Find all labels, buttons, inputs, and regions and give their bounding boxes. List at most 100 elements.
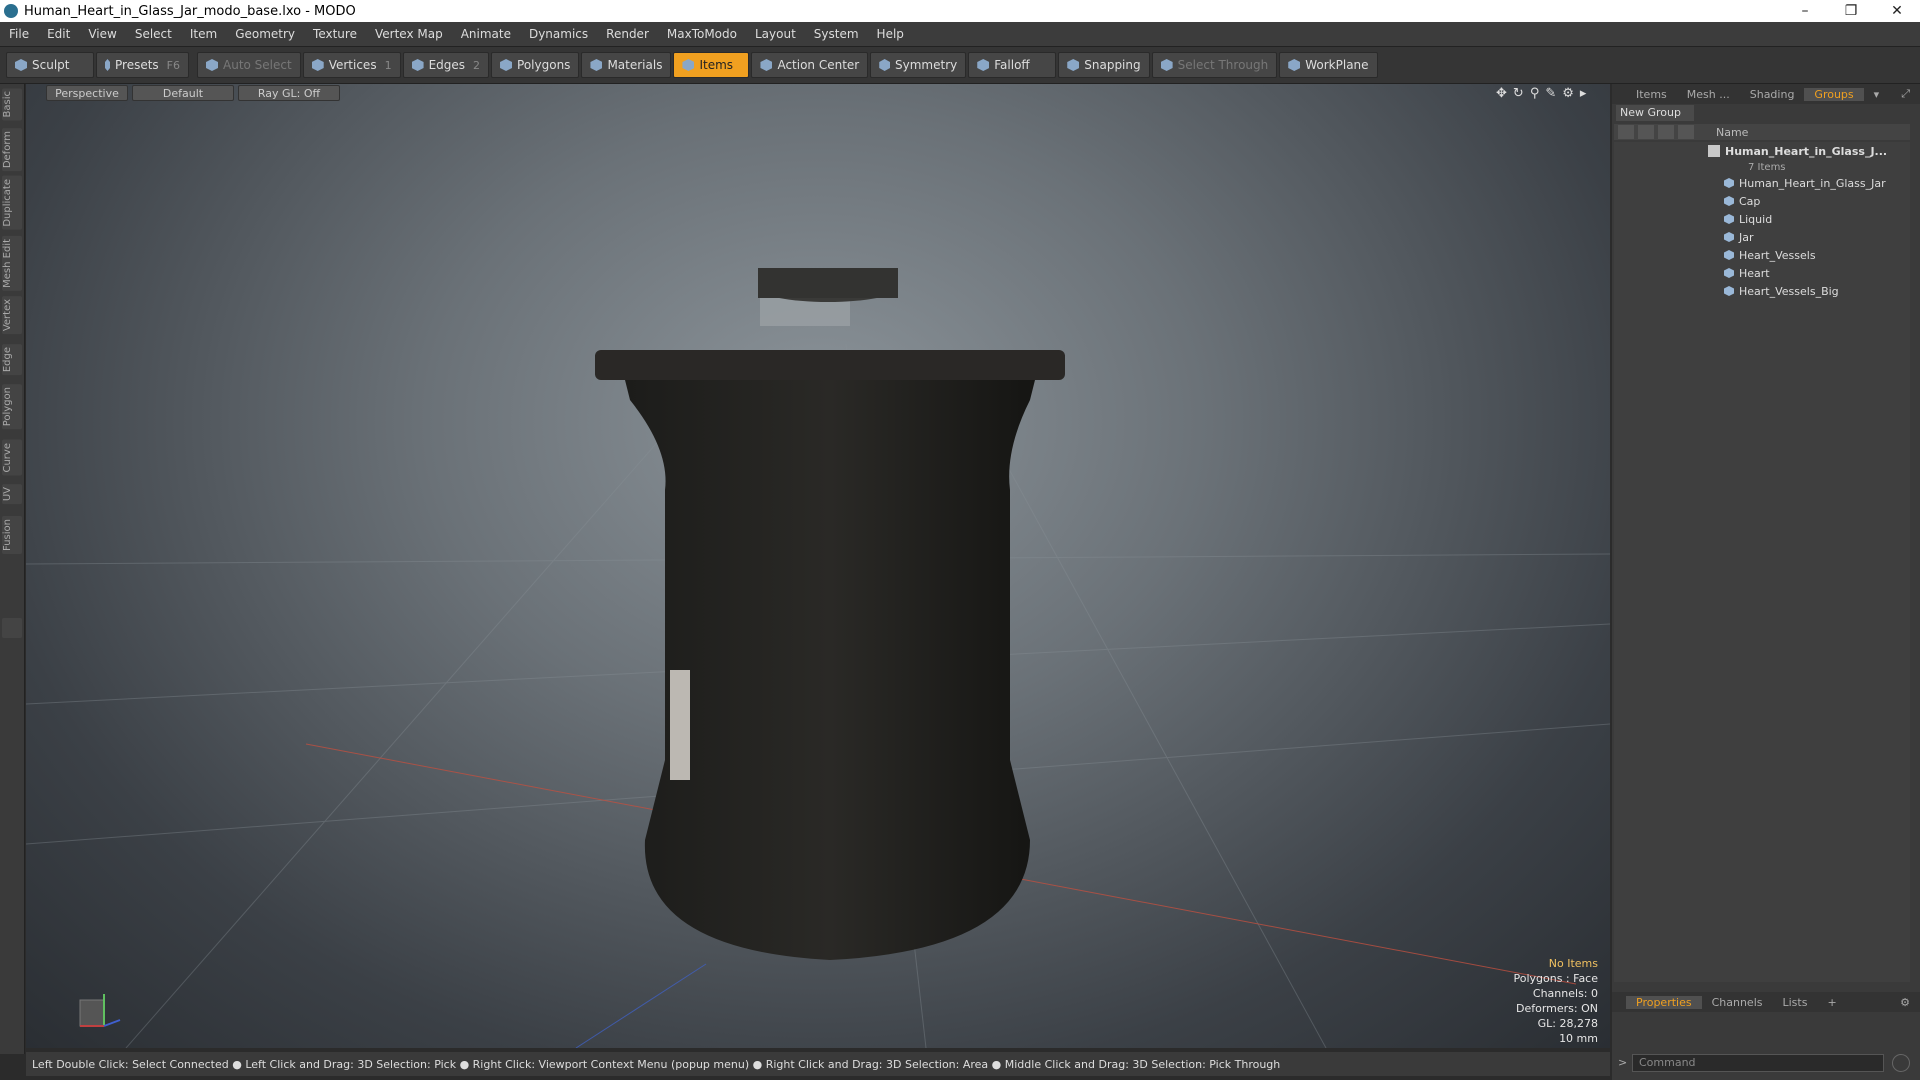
vertices-button[interactable]: Vertices 1 xyxy=(302,52,401,78)
action-center-button[interactable]: Action Center xyxy=(751,52,869,78)
view-perspective-button[interactable]: Perspective xyxy=(46,85,128,101)
symmetry-icon xyxy=(879,59,891,71)
groups-tree: Human_Heart_in_Glass_J... 7 Items Human_… xyxy=(1614,142,1910,982)
tree-item[interactable]: Cap xyxy=(1614,192,1910,210)
workplane-button[interactable]: WorkPlane xyxy=(1279,52,1378,78)
tab-basic[interactable]: Basic xyxy=(2,88,22,121)
gl-info: GL: 28,278 xyxy=(1537,1017,1598,1030)
polygons-button[interactable]: Polygons xyxy=(491,52,580,78)
tree-item[interactable]: Jar xyxy=(1614,228,1910,246)
cap-lid xyxy=(595,350,1065,380)
snapping-button[interactable]: Snapping xyxy=(1058,52,1150,78)
shading-default-button[interactable]: Default xyxy=(132,85,234,101)
name-column-header: Name xyxy=(1716,125,1749,139)
tab-uv[interactable]: UV xyxy=(2,484,22,505)
edges-icon xyxy=(411,59,424,71)
tab-channels[interactable]: Channels xyxy=(1702,996,1773,1009)
menu-layout[interactable]: Layout xyxy=(746,27,805,41)
tree-item[interactable]: Heart xyxy=(1614,264,1910,282)
tree-item[interactable]: Liquid xyxy=(1614,210,1910,228)
restore-icon[interactable]: ❐ xyxy=(1828,3,1874,19)
menu-help[interactable]: Help xyxy=(868,27,913,41)
sculpt-button[interactable]: Sculpt xyxy=(6,52,94,78)
viewport-expand-icon[interactable]: ▸ xyxy=(1580,86,1587,101)
viewport-tabs: Perspective Default Ray GL: Off xyxy=(46,85,344,101)
render-column-icon[interactable] xyxy=(1638,125,1654,139)
presets-button[interactable]: Presets F6 xyxy=(96,52,189,78)
modo-logo-icon xyxy=(4,4,18,18)
menu-texture[interactable]: Texture xyxy=(304,27,366,41)
viewport-info: No Items Polygons : Face Channels: 0 Def… xyxy=(1460,956,1598,1046)
window-title: Human_Heart_in_Glass_Jar_modo_base.lxo -… xyxy=(24,3,356,19)
tab-deform[interactable]: Deform xyxy=(2,128,22,172)
items-button[interactable]: Items xyxy=(673,52,750,78)
materials-button[interactable]: Materials xyxy=(581,52,672,78)
select-through-button[interactable]: Select Through xyxy=(1151,52,1278,78)
bottom-panel-tabs: Properties Channels Lists + ⚙ xyxy=(1612,992,1920,1012)
menu-edit[interactable]: Edit xyxy=(38,27,79,41)
tab-mesh[interactable]: Mesh ... xyxy=(1677,88,1740,101)
command-prompt-icon: > xyxy=(1618,1056,1628,1069)
tab-fusion[interactable]: Fusion xyxy=(2,516,22,554)
command-input[interactable]: Command xyxy=(1632,1054,1884,1072)
auto-select-icon xyxy=(206,59,218,71)
menu-render[interactable]: Render xyxy=(597,27,658,41)
tree-item[interactable]: Heart_Vessels_Big xyxy=(1614,282,1910,300)
axis-gizmo xyxy=(79,994,121,1027)
edges-button[interactable]: Edges 2 xyxy=(402,52,490,78)
bottom-settings-icon[interactable]: ⚙ xyxy=(1890,996,1920,1009)
zoom-view-icon[interactable]: ⚲ xyxy=(1530,86,1540,101)
tab-mesh-edit[interactable]: Mesh Edit xyxy=(2,236,22,291)
menu-file[interactable]: File xyxy=(0,27,38,41)
fit-view-icon[interactable]: ✎ xyxy=(1545,86,1556,101)
falloff-icon xyxy=(977,59,990,71)
presets-icon xyxy=(105,59,110,71)
menu-view[interactable]: View xyxy=(79,27,125,41)
symmetry-button[interactable]: Symmetry xyxy=(870,52,967,78)
tab-groups[interactable]: Groups xyxy=(1804,87,1864,101)
command-history-icon[interactable] xyxy=(1892,1054,1910,1072)
tree-item[interactable]: Human_Heart_in_Glass_Jar xyxy=(1614,174,1910,192)
jar-model xyxy=(595,268,1065,960)
tree-item[interactable]: Heart_Vessels xyxy=(1614,246,1910,264)
tab-curve[interactable]: Curve xyxy=(2,440,22,476)
menu-vertex-map[interactable]: Vertex Map xyxy=(366,27,452,41)
menu-geometry[interactable]: Geometry xyxy=(226,27,304,41)
menu-bar: File Edit View Select Item Geometry Text… xyxy=(0,22,1920,47)
menu-select[interactable]: Select xyxy=(126,27,181,41)
tab-lists[interactable]: Lists xyxy=(1773,996,1818,1009)
add-tab-button[interactable]: + xyxy=(1817,996,1846,1009)
falloff-button[interactable]: Falloff xyxy=(968,52,1057,78)
menu-dynamics[interactable]: Dynamics xyxy=(520,27,597,41)
panel-toggle-icon[interactable] xyxy=(2,618,22,638)
tab-vertex[interactable]: Vertex xyxy=(2,296,22,335)
tab-polygon[interactable]: Polygon xyxy=(2,384,22,430)
move-view-icon[interactable]: ✥ xyxy=(1496,86,1507,101)
raygl-button[interactable]: Ray GL: Off xyxy=(238,85,340,101)
lock-column-icon[interactable] xyxy=(1658,125,1674,139)
workplane-icon xyxy=(1288,59,1301,71)
tab-shading[interactable]: Shading xyxy=(1740,88,1805,101)
menu-maxtomodo[interactable]: MaxToModo xyxy=(658,27,746,41)
rotate-view-icon[interactable]: ↻ xyxy=(1513,86,1524,101)
tab-edge[interactable]: Edge xyxy=(2,344,22,376)
new-group-button[interactable]: New Group xyxy=(1616,105,1694,121)
tab-properties[interactable]: Properties xyxy=(1626,995,1702,1009)
tree-root[interactable]: Human_Heart_in_Glass_J... xyxy=(1614,142,1910,160)
select-column-icon[interactable] xyxy=(1678,125,1694,139)
mesh-icon xyxy=(1724,250,1734,260)
panel-expand-icon[interactable]: ⤢ xyxy=(1891,87,1920,101)
close-icon[interactable]: ✕ xyxy=(1874,3,1920,19)
menu-system[interactable]: System xyxy=(805,27,868,41)
tabs-dropdown-icon[interactable]: ▾ xyxy=(1864,88,1890,101)
auto-select-button[interactable]: Auto Select xyxy=(197,52,301,78)
tab-items[interactable]: Items xyxy=(1626,88,1677,101)
minimize-icon[interactable]: – xyxy=(1782,3,1828,19)
menu-item[interactable]: Item xyxy=(181,27,226,41)
menu-animate[interactable]: Animate xyxy=(452,27,520,41)
channels-info: Channels: 0 xyxy=(1532,987,1598,1000)
deformers-info: Deformers: ON xyxy=(1516,1002,1598,1015)
visibility-column-icon[interactable] xyxy=(1618,125,1634,139)
tab-duplicate[interactable]: Duplicate xyxy=(2,176,22,230)
viewport-settings-icon[interactable]: ⚙ xyxy=(1562,86,1574,101)
